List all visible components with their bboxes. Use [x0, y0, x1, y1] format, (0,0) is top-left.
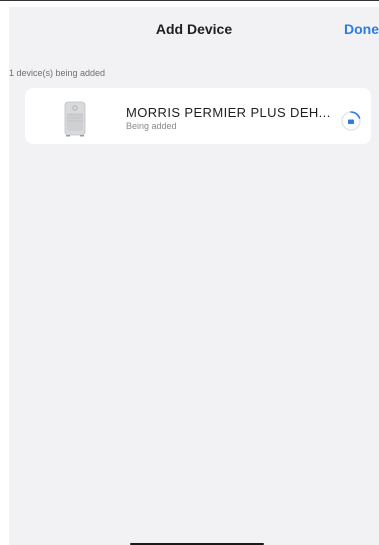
- add-device-screen: Add Device Done 1 device(s) being added …: [9, 7, 379, 545]
- device-status: Being added: [126, 121, 177, 131]
- navigation-bar: Add Device Done: [9, 7, 379, 51]
- done-button[interactable]: Done: [344, 21, 379, 37]
- top-border: [0, 0, 379, 1]
- dehumidifier-icon: [64, 101, 86, 137]
- loading-spinner-icon: [341, 111, 361, 131]
- device-name: MORRIS PERMIER PLUS DEH...: [126, 105, 331, 120]
- page-title: Add Device: [155, 21, 233, 37]
- devices-being-added-label: 1 device(s) being added: [9, 68, 106, 78]
- device-card[interactable]: MORRIS PERMIER PLUS DEH... Being added: [25, 88, 371, 144]
